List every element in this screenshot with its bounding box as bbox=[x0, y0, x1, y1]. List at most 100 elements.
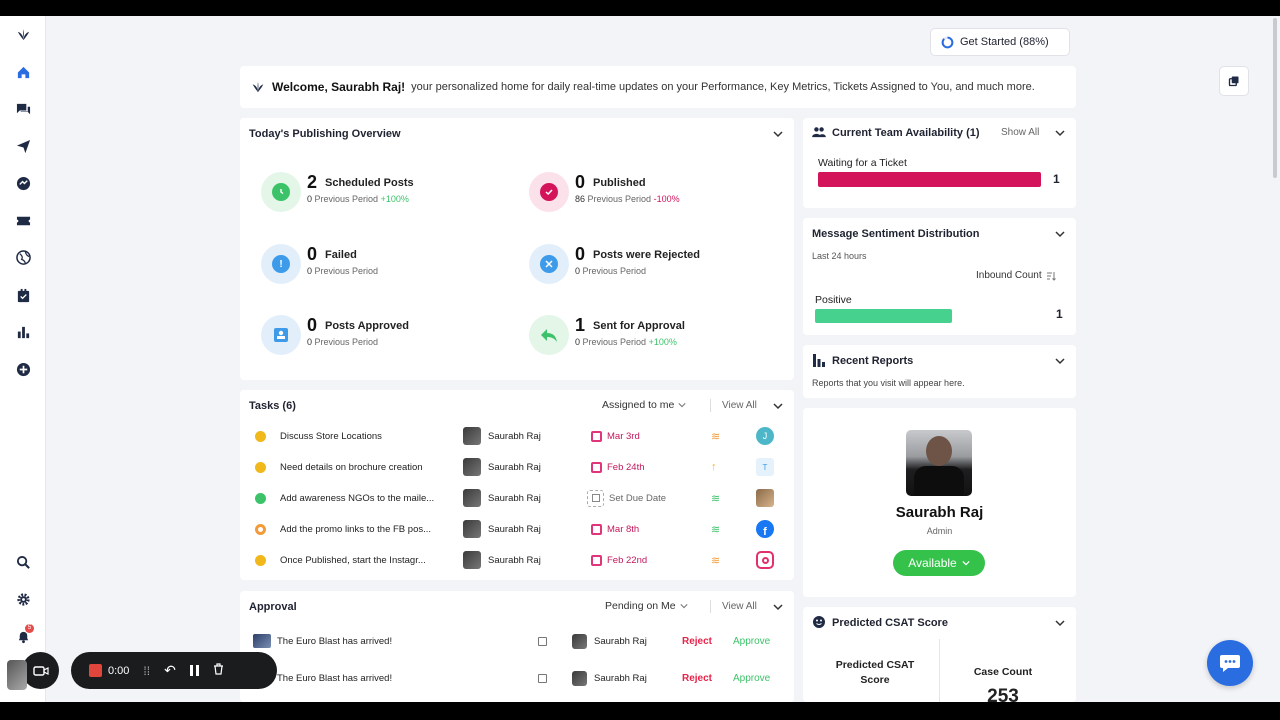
add-icon[interactable] bbox=[15, 361, 31, 377]
undo-icon[interactable]: ↶ bbox=[164, 662, 176, 679]
task-due-date[interactable]: Feb 22nd bbox=[591, 548, 647, 572]
approve-button[interactable]: Approve bbox=[733, 629, 770, 653]
calendar-task-icon[interactable] bbox=[15, 287, 31, 303]
task-row[interactable]: Once Published, start the Instagr... Sau… bbox=[249, 548, 779, 572]
stop-recording-icon[interactable] bbox=[89, 664, 102, 677]
sprinklr-logo-icon bbox=[252, 81, 264, 93]
overview-scheduled-posts[interactable]: 2 Scheduled Posts 0 Previous Period +100… bbox=[261, 172, 501, 216]
priority-low-icon: ≋ bbox=[711, 523, 721, 536]
ticket-icon[interactable] bbox=[15, 212, 31, 228]
screen-recorder-bar: 0:00 ⁞⁞ ↶ bbox=[71, 652, 277, 689]
task-due-date[interactable]: Mar 3rd bbox=[591, 424, 640, 448]
overview-label: Published bbox=[593, 177, 646, 189]
overview-count: 2 bbox=[307, 172, 318, 192]
sort-icon bbox=[1046, 271, 1056, 281]
sentiment-sort-button[interactable]: Inbound Count bbox=[976, 270, 1056, 281]
overview-rejected[interactable]: 0 Posts were Rejected 0 Previous Period bbox=[529, 244, 769, 288]
task-due-date[interactable]: Feb 24th bbox=[591, 455, 645, 479]
scrollbar-thumb[interactable] bbox=[1273, 18, 1277, 178]
availability-label: Available bbox=[908, 556, 957, 570]
chevron-down-icon bbox=[680, 604, 688, 609]
task-row[interactable]: Add the promo links to the FB pos... Sau… bbox=[249, 517, 779, 541]
chevron-down-icon[interactable] bbox=[773, 401, 783, 411]
task-title: Add awareness NGOs to the maile... bbox=[280, 492, 435, 504]
trash-icon[interactable] bbox=[213, 663, 224, 678]
reject-button[interactable]: Reject bbox=[682, 629, 712, 653]
availability-dropdown[interactable]: Available bbox=[893, 550, 985, 576]
chevron-down-icon bbox=[962, 560, 970, 566]
grid-icon[interactable]: ⁞⁞ bbox=[143, 664, 150, 678]
reject-button[interactable]: Reject bbox=[682, 666, 712, 690]
calendar-icon[interactable] bbox=[538, 666, 547, 690]
task-row[interactable]: Discuss Store Locations Saurabh Raj Mar … bbox=[249, 424, 779, 448]
user-avatar[interactable] bbox=[7, 660, 27, 690]
page-scrollbar[interactable] bbox=[1270, 16, 1280, 702]
task-due-date[interactable]: Mar 8th bbox=[591, 517, 639, 541]
tasks-filter-dropdown[interactable]: Assigned to me bbox=[602, 399, 686, 411]
tasks-view-all-link[interactable]: View All bbox=[722, 400, 757, 411]
set-due-date-button[interactable]: Set Due Date bbox=[587, 486, 666, 510]
chevron-down-icon[interactable] bbox=[1055, 229, 1065, 239]
task-row[interactable]: Need details on brochure creation Saurab… bbox=[249, 455, 779, 479]
notification-count-badge: 5 bbox=[25, 624, 34, 633]
approval-view-all-link[interactable]: View All bbox=[722, 601, 757, 612]
csat-title: Predicted CSAT Score bbox=[832, 617, 948, 629]
search-icon[interactable] bbox=[15, 554, 31, 570]
home-icon[interactable] bbox=[15, 64, 31, 80]
pause-icon[interactable] bbox=[189, 665, 199, 676]
sprinklr-logo-icon[interactable] bbox=[15, 26, 31, 42]
instagram-icon bbox=[756, 548, 774, 572]
chevron-down-icon[interactable] bbox=[1055, 618, 1065, 628]
overview-published[interactable]: 0 Published 86 Previous Period -100% bbox=[529, 172, 769, 216]
overview-approved[interactable]: 0 Posts Approved 0 Previous Period bbox=[261, 315, 501, 359]
notification-bell-icon[interactable]: 5 bbox=[15, 624, 34, 644]
calendar-icon bbox=[591, 554, 602, 566]
copy-layout-button[interactable] bbox=[1219, 66, 1249, 96]
overview-failed[interactable]: ! 0 Failed 0 Previous Period bbox=[261, 244, 501, 288]
user-initial-avatar: J bbox=[756, 424, 774, 448]
reports-icon[interactable] bbox=[15, 324, 31, 340]
chevron-down-icon[interactable] bbox=[1055, 128, 1065, 138]
approval-title: Approval bbox=[249, 601, 297, 613]
globe-icon[interactable] bbox=[15, 249, 31, 265]
overview-label: Sent for Approval bbox=[593, 320, 685, 332]
chevron-down-icon[interactable] bbox=[1055, 356, 1065, 366]
task-title: Once Published, start the Instagr... bbox=[280, 554, 426, 566]
team-status-bar bbox=[818, 172, 1041, 187]
camera-toggle-button[interactable] bbox=[22, 652, 59, 689]
team-icon bbox=[812, 127, 826, 138]
task-title: Discuss Store Locations bbox=[280, 430, 382, 442]
avatar bbox=[572, 629, 587, 653]
sentiment-title: Message Sentiment Distribution bbox=[812, 228, 980, 240]
calendar-icon[interactable] bbox=[538, 629, 547, 653]
chevron-down-icon[interactable] bbox=[773, 602, 783, 612]
chat-support-button[interactable] bbox=[1207, 640, 1253, 686]
publish-icon[interactable] bbox=[15, 138, 31, 154]
avatar bbox=[463, 486, 481, 510]
team-availability-title: Current Team Availability (1) bbox=[832, 127, 980, 139]
priority-high-icon: ≋ bbox=[711, 554, 721, 567]
get-started-button[interactable]: Get Started (88%) bbox=[930, 28, 1070, 56]
overview-previous: 0 Previous Period bbox=[307, 266, 379, 276]
overview-count: 1 bbox=[575, 315, 586, 335]
task-assignee: Saurabh Raj bbox=[488, 523, 541, 535]
show-all-link[interactable]: Show All bbox=[1001, 127, 1039, 138]
chevron-down-icon[interactable] bbox=[773, 129, 783, 139]
approval-row[interactable]: The Euro Blast has arrived! Saurabh Raj … bbox=[249, 666, 779, 690]
calendar-icon bbox=[591, 523, 602, 535]
task-row[interactable]: Add awareness NGOs to the maile... Saura… bbox=[249, 486, 779, 510]
engagement-icon[interactable] bbox=[15, 175, 31, 191]
priority-high-icon: ≋ bbox=[711, 430, 721, 443]
copy-icon bbox=[1228, 76, 1239, 87]
approval-filter-dropdown[interactable]: Pending on Me bbox=[605, 600, 688, 612]
approve-button[interactable]: Approve bbox=[733, 666, 770, 690]
divider bbox=[710, 399, 711, 412]
task-assignee: Saurabh Raj bbox=[488, 492, 541, 504]
approval-row[interactable]: The Euro Blast has arrived! Saurabh Raj … bbox=[249, 629, 779, 653]
task-assignee: Saurabh Raj bbox=[488, 554, 541, 566]
messages-icon[interactable] bbox=[15, 101, 31, 117]
recent-reports-title: Recent Reports bbox=[832, 355, 914, 367]
settings-gear-icon[interactable] bbox=[15, 591, 31, 607]
overview-sent-for-approval[interactable]: 1 Sent for Approval 0 Previous Period +1… bbox=[529, 315, 769, 359]
overview-change: -100% bbox=[653, 194, 680, 204]
